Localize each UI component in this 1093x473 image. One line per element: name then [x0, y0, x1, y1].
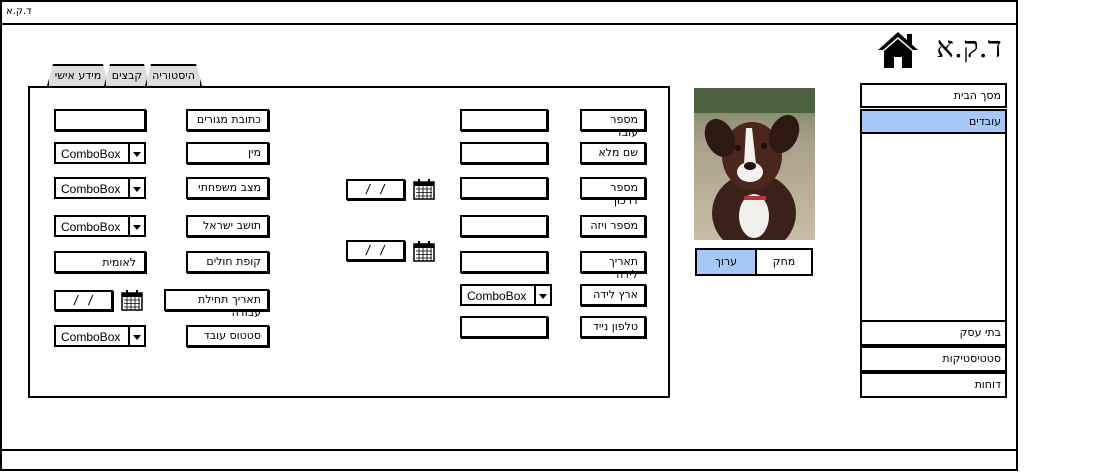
label-israeli-resident: תושב ישראל: [186, 215, 269, 237]
tab-label: קבצים: [111, 69, 143, 82]
full-name-input[interactable]: [460, 142, 548, 164]
status-bar: [0, 449, 1018, 471]
tab-personal-info[interactable]: מידע אישי: [47, 64, 109, 86]
sidebar-item-label: דוחות: [974, 378, 1001, 391]
birth-country-combobox[interactable]: ComboBox: [460, 284, 552, 306]
sidebar-empty-area: [860, 134, 1007, 322]
label-passport-number: מספר דרכון: [580, 177, 646, 207]
label-visa-number: מספר ויזה: [580, 215, 646, 237]
label-mobile-phone: טלפון נייד: [580, 316, 646, 338]
label-address: כתובת מגורים: [186, 109, 269, 131]
sidebar-item-home[interactable]: מסך הבית: [860, 83, 1007, 108]
calendar-icon[interactable]: [121, 289, 143, 315]
edit-button[interactable]: ערוך: [695, 248, 757, 276]
label-birth-country: ארץ לידה: [580, 284, 646, 306]
sidebar-item-label: בתי עסק: [959, 326, 1001, 339]
app-logo: ד.ק.א: [936, 30, 1002, 64]
label-employee-status: סטטוס עובד: [186, 325, 269, 347]
israeli-resident-combobox[interactable]: ComboBox: [54, 215, 146, 237]
label-birth-date: תאריך לידה: [580, 251, 646, 281]
tab-label: מידע אישי: [54, 69, 102, 82]
label-health-fund: קופת חולים: [186, 251, 269, 273]
passport-number-input[interactable]: [460, 177, 548, 199]
combobox-value: ComboBox: [61, 330, 121, 344]
calendar-icon[interactable]: [413, 178, 435, 204]
combobox-value: ComboBox: [61, 182, 121, 196]
window-titlebar: ד.ק.א: [0, 0, 1018, 24]
delete-button[interactable]: מחק: [755, 248, 813, 276]
window-title: ד.ק.א: [6, 6, 32, 17]
work-start-date-input[interactable]: / /: [54, 290, 113, 311]
label-marital-status: מצב משפחתי: [186, 177, 269, 199]
tab-label: היסטוריה: [152, 69, 195, 82]
tab-history[interactable]: היסטוריה: [145, 64, 202, 86]
label-gender: מין: [186, 142, 269, 164]
address-input[interactable]: [54, 109, 146, 131]
gender-combobox[interactable]: ComboBox: [54, 142, 146, 164]
sidebar-item-reports[interactable]: דוחות: [860, 372, 1007, 398]
employee-photo: [694, 88, 815, 240]
date-picker-input[interactable]: / /: [346, 179, 405, 200]
visa-number-input[interactable]: [460, 215, 548, 237]
chevron-down-icon[interactable]: [128, 217, 144, 235]
calendar-icon[interactable]: [413, 240, 435, 266]
sidebar-item-statistics[interactable]: סטטיסטיקות: [860, 346, 1007, 372]
sidebar-item-label: סטטיסטיקות: [942, 352, 1001, 365]
sidebar-item-label: עובדים: [968, 115, 1001, 128]
label-work-start-date: תאריך תחילת עבודה: [164, 289, 269, 319]
label-full-name: שם מלא: [580, 142, 646, 164]
sidebar-item-employees[interactable]: עובדים: [860, 109, 1007, 134]
date-picker-input[interactable]: / /: [346, 240, 405, 261]
delete-button-label: מחק: [772, 255, 796, 268]
edit-button-label: ערוך: [715, 255, 737, 268]
combobox-value: ComboBox: [61, 220, 121, 234]
sidebar-item-label: מסך הבית: [953, 89, 1001, 102]
marital-status-combobox[interactable]: ComboBox: [54, 177, 146, 199]
sidebar-item-businesses[interactable]: בתי עסק: [860, 320, 1007, 346]
employee-status-combobox[interactable]: ComboBox: [54, 325, 146, 347]
combobox-value: ComboBox: [61, 147, 121, 161]
mobile-phone-input[interactable]: [460, 316, 548, 338]
employee-number-input[interactable]: [460, 109, 548, 131]
combobox-value: ComboBox: [467, 289, 527, 303]
chevron-down-icon[interactable]: [534, 286, 550, 304]
nationality-input[interactable]: לאומית: [54, 251, 146, 273]
tab-files[interactable]: קבצים: [104, 64, 150, 86]
chevron-down-icon[interactable]: [128, 179, 144, 197]
home-icon[interactable]: [876, 30, 920, 70]
label-employee-number: מספר עובד: [580, 109, 646, 139]
birth-date-input[interactable]: [460, 251, 548, 273]
chevron-down-icon[interactable]: [128, 327, 144, 345]
chevron-down-icon[interactable]: [128, 144, 144, 162]
